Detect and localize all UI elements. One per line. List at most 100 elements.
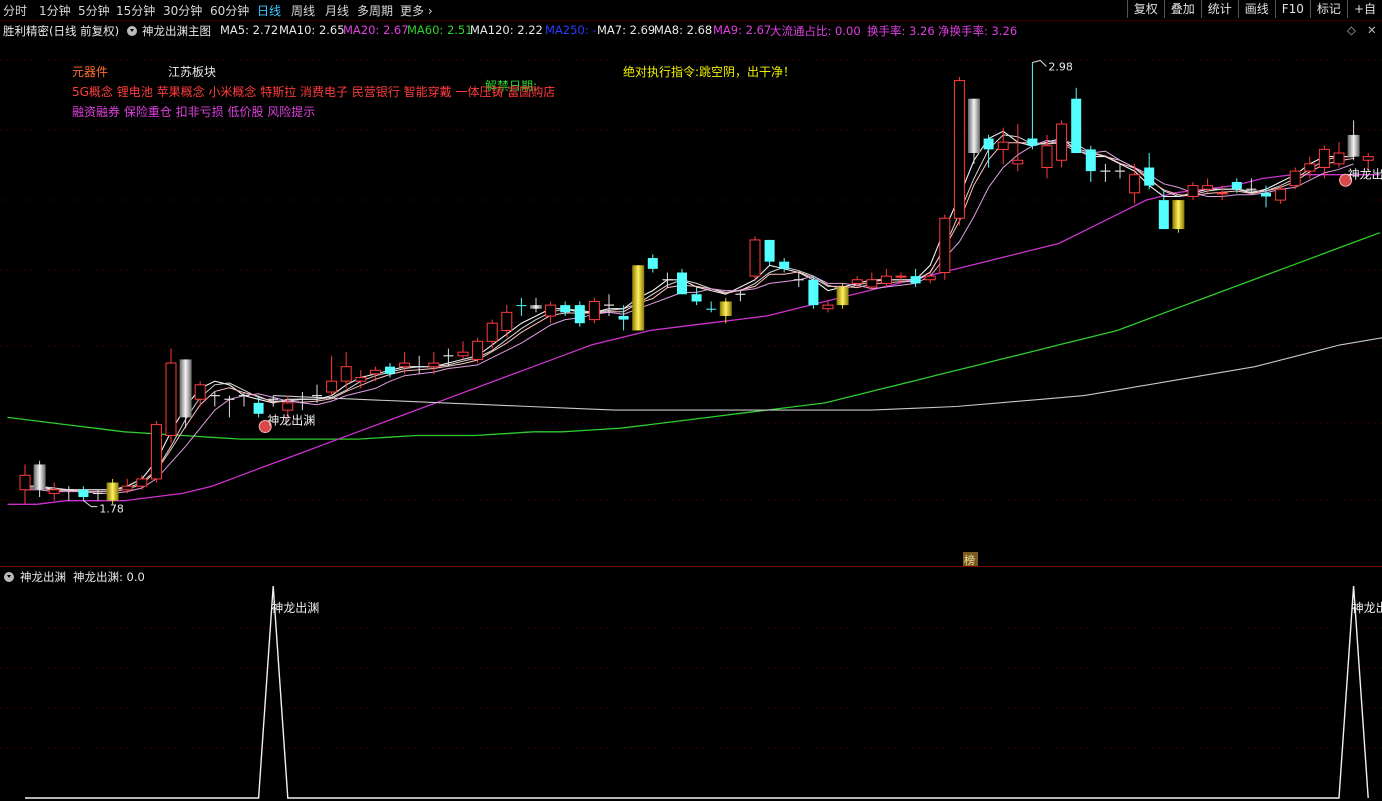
candle-body bbox=[253, 402, 264, 414]
chevron-right-icon: › bbox=[424, 4, 433, 18]
candle-body bbox=[1129, 174, 1141, 194]
candle bbox=[355, 370, 367, 389]
candle bbox=[574, 301, 585, 327]
indicator-name[interactable]: 神龙出渊主图 bbox=[142, 23, 211, 39]
candle-body bbox=[851, 279, 863, 284]
period-multi[interactable]: 多周期 bbox=[357, 2, 393, 19]
period-more[interactable]: 更多 › bbox=[400, 2, 433, 19]
main-chart[interactable]: 神龙出渊神龙出渊2.981.78榜 bbox=[0, 40, 1382, 566]
close-icon[interactable]: ✕ bbox=[1367, 23, 1377, 37]
candle-body bbox=[866, 279, 878, 288]
sub-signal-line bbox=[25, 586, 1369, 799]
candle bbox=[706, 301, 717, 313]
candle-body bbox=[516, 305, 527, 307]
candle bbox=[822, 301, 834, 313]
float-ratio-label: 大流通占比: 0.00 bbox=[770, 24, 861, 38]
huaxian-button[interactable]: 画线 bbox=[1237, 0, 1275, 18]
candle-body bbox=[997, 141, 1009, 150]
candle-body bbox=[1144, 167, 1155, 186]
period-30min[interactable]: 30分钟 bbox=[163, 2, 202, 19]
candle bbox=[428, 352, 440, 374]
period-15min[interactable]: 15分钟 bbox=[116, 2, 155, 19]
ma10-line bbox=[25, 134, 1354, 491]
biaoji-button[interactable]: 标记 bbox=[1309, 0, 1347, 18]
candle-body bbox=[647, 258, 658, 269]
period-5min[interactable]: 5分钟 bbox=[78, 2, 110, 19]
candle bbox=[1027, 62, 1038, 150]
candle-body bbox=[779, 261, 790, 269]
candle-body bbox=[706, 308, 717, 310]
candle bbox=[1085, 145, 1096, 182]
stock-title: 胜利精密(日线 前复权) bbox=[3, 24, 120, 38]
candle-body bbox=[501, 311, 513, 331]
candle bbox=[632, 265, 645, 331]
candle bbox=[1071, 87, 1082, 154]
candle-body bbox=[165, 362, 177, 436]
period-weekly[interactable]: 周线 bbox=[291, 2, 315, 19]
candle-body bbox=[836, 287, 849, 306]
candle bbox=[297, 392, 308, 411]
candle-body bbox=[385, 366, 395, 374]
fuquan-button[interactable]: 复权 bbox=[1126, 0, 1164, 18]
candle bbox=[735, 290, 746, 302]
dropdown-circle-icon[interactable] bbox=[127, 26, 137, 36]
candle-body bbox=[1202, 185, 1214, 190]
add-self-button[interactable]: +自 bbox=[1346, 0, 1382, 18]
ma250-label: MA250: - bbox=[545, 23, 597, 37]
ma5-line bbox=[25, 130, 1354, 491]
ma120-label: MA120: 2.22 bbox=[470, 23, 543, 37]
candle bbox=[326, 355, 338, 396]
candle bbox=[136, 475, 148, 490]
high-pointer bbox=[1032, 59, 1047, 67]
candle bbox=[457, 341, 469, 360]
candle-body bbox=[691, 294, 702, 302]
candle-body bbox=[632, 265, 645, 331]
candle-body bbox=[33, 464, 46, 490]
tongji-button[interactable]: 统计 bbox=[1200, 0, 1238, 18]
candle-body bbox=[968, 98, 980, 154]
candle-body bbox=[1289, 170, 1301, 187]
candle bbox=[836, 283, 849, 309]
candle-body bbox=[953, 80, 965, 219]
candle-body bbox=[1041, 145, 1053, 168]
period-monthly[interactable]: 月线 bbox=[325, 2, 349, 19]
candle-body bbox=[1304, 163, 1316, 172]
period-fenshi[interactable]: 分时 bbox=[3, 2, 27, 19]
candle-body bbox=[194, 384, 206, 400]
diamond-icon[interactable]: ◇ bbox=[1347, 23, 1356, 37]
candle bbox=[851, 276, 863, 287]
candle bbox=[239, 392, 249, 407]
candle-body bbox=[326, 380, 338, 393]
period-1min[interactable]: 1分钟 bbox=[39, 2, 71, 19]
right-toolbar: 复权 叠加 统计 画线 F10 标记 +自 bbox=[1126, 0, 1382, 20]
candle bbox=[983, 134, 994, 168]
sub-panel-value: 神龙出渊: 0.0 bbox=[73, 570, 145, 584]
low-label: 1.78 bbox=[99, 503, 124, 516]
sub-chart[interactable]: 神龙出渊 神龙出渊 bbox=[0, 586, 1382, 800]
f10-button[interactable]: F10 bbox=[1274, 0, 1310, 18]
candle-body bbox=[1231, 181, 1242, 190]
candle bbox=[749, 236, 761, 280]
diejia-button[interactable]: 叠加 bbox=[1163, 0, 1201, 18]
period-daily[interactable]: 日线 bbox=[257, 2, 281, 19]
signal-label: 神龙出渊 bbox=[267, 414, 315, 428]
candle bbox=[486, 319, 498, 349]
candle-body bbox=[910, 276, 921, 284]
period-60min[interactable]: 60分钟 bbox=[210, 2, 249, 19]
candle-body bbox=[1158, 200, 1169, 230]
candle-body bbox=[1172, 200, 1185, 230]
ma20-label: MA20: 2.67 bbox=[343, 23, 409, 37]
candle-body bbox=[808, 279, 819, 306]
candle-body bbox=[1027, 138, 1038, 146]
candle bbox=[1231, 178, 1242, 193]
ma120-line bbox=[273, 337, 1382, 411]
sub-panel-title[interactable]: 神龙出渊 bbox=[20, 569, 66, 585]
sub-dropdown-circle-icon[interactable] bbox=[4, 572, 14, 582]
candle bbox=[516, 297, 527, 316]
ma5-label: MA5: 2.72 bbox=[220, 23, 279, 37]
candle-body bbox=[677, 272, 687, 295]
ma10-label: MA10: 2.65 bbox=[279, 23, 345, 37]
candle-body bbox=[136, 478, 148, 487]
candle bbox=[48, 482, 60, 501]
candle bbox=[1347, 120, 1360, 161]
